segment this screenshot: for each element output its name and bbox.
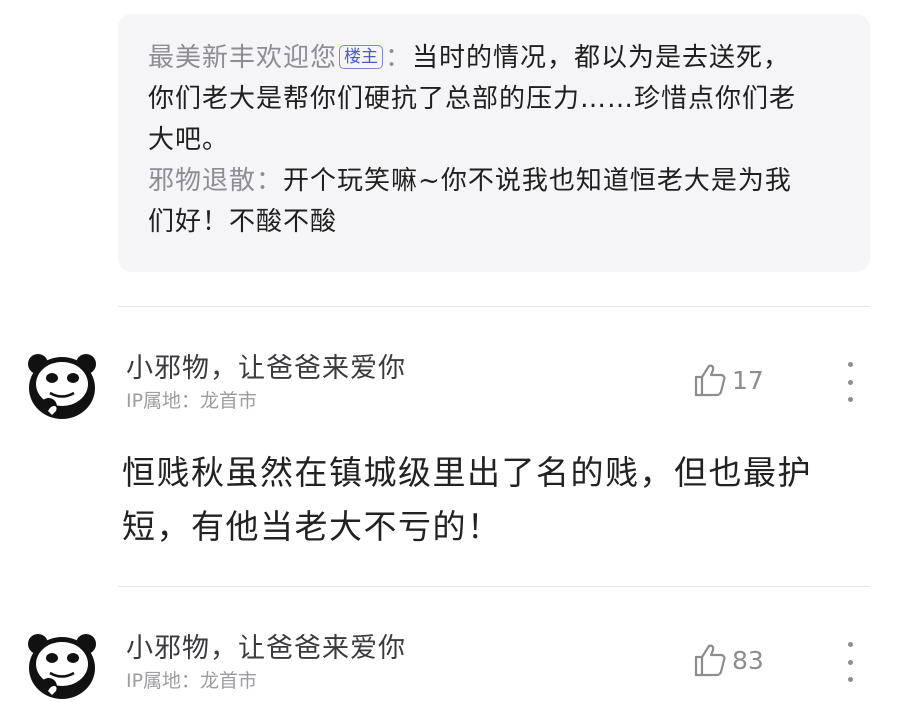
- reply-box[interactable]: 最美新丰欢迎您 楼主 ：当时的情况，都以为是去送死， 你们老大是帮你们硬抗了总部的压…: [118, 14, 870, 272]
- reply-item: 邪物退散：开个玩笑嘛~你不说我也知道恒老大是为我 们好！不酸不酸: [148, 161, 842, 243]
- like-count: 17: [732, 365, 764, 395]
- more-vertical-icon[interactable]: [838, 362, 862, 402]
- comment-text: 恒贱秋虽然在镇城级里出了名的贱，但也最护短，有他当老大不亏的！: [122, 453, 812, 546]
- reply-text: 大吧。: [148, 125, 230, 155]
- reply-author[interactable]: 最美新丰欢迎您: [148, 43, 337, 73]
- username[interactable]: 小邪物，让爸爸来爱你: [126, 626, 406, 665]
- reply-separator: ：: [385, 43, 413, 73]
- reply-author[interactable]: 邪物退散: [148, 166, 256, 196]
- reply-item: 最美新丰欢迎您 楼主 ：当时的情况，都以为是去送死， 你们老大是帮你们硬抗了总部的压…: [148, 38, 842, 161]
- reply-text: 们好！不酸不酸: [148, 207, 338, 237]
- reply-text: 当时的情况，都以为是去送死，: [412, 43, 791, 73]
- more-vertical-icon[interactable]: [838, 642, 862, 682]
- like-button[interactable]: 17: [692, 362, 764, 398]
- ip-location: IP属地：龙首市: [126, 390, 258, 412]
- divider: [118, 306, 870, 307]
- like-count: 83: [732, 645, 764, 675]
- thumbs-up-icon: [694, 364, 726, 397]
- panda-meme-avatar-icon[interactable]: [24, 628, 100, 702]
- thumbs-up-icon: [694, 644, 726, 677]
- username[interactable]: 小邪物，让爸爸来爱你: [126, 346, 406, 385]
- comment-thread: 最美新丰欢迎您 楼主 ：当时的情况，都以为是去送死， 你们老大是帮你们硬抗了总部的压…: [0, 0, 900, 702]
- reply-text: 开个玩笑嘛~你不说我也知道恒老大是为我: [283, 166, 792, 196]
- ip-location: IP属地：龙首市: [126, 670, 258, 692]
- owner-badge: 楼主: [339, 45, 384, 69]
- like-button[interactable]: 83: [692, 642, 764, 678]
- reply-separator: ：: [256, 166, 284, 196]
- reply-text: 你们老大是帮你们硬抗了总部的压力……珍惜点你们老: [148, 84, 797, 114]
- divider: [118, 586, 870, 587]
- panda-meme-avatar-icon[interactable]: [24, 348, 100, 424]
